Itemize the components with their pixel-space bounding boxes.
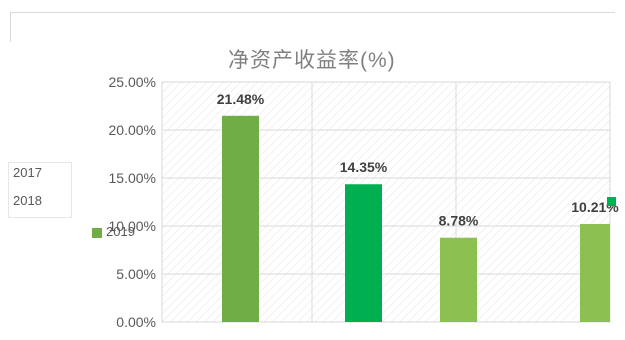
legend-label-2017: 2017 (13, 165, 42, 180)
chart-canvas: 净资产收益率(%) 0.00% 5.00% 10.00% 15.00% 20.00% 25… (0, 0, 625, 340)
bar-2019 (440, 237, 477, 322)
bar-data-label: 21.48% (217, 91, 265, 107)
y-tick-label: 20.00% (109, 122, 156, 138)
y-tick-label: 25.00% (109, 74, 156, 90)
legend: 2017 2018 (8, 162, 72, 218)
legend-swatch-2018-right (607, 197, 616, 206)
legend-label-2018: 2018 (13, 193, 42, 208)
plot-area: 0.00%5.00%10.00%15.00%20.00%25.00%21.48%… (109, 74, 620, 330)
bar-data-label: 8.78% (439, 213, 479, 229)
legend-swatch-2019 (92, 228, 102, 238)
legend-label-2019: 2019 (106, 224, 135, 239)
y-tick-label: 0.00% (116, 314, 156, 330)
bar-data-label: 14.35% (340, 159, 388, 175)
y-tick-label: 5.00% (116, 266, 156, 282)
bar-2018 (345, 184, 382, 322)
y-tick-label: 15.00% (109, 170, 156, 186)
bar-2017 (222, 115, 259, 323)
bar-2019 (580, 223, 610, 322)
